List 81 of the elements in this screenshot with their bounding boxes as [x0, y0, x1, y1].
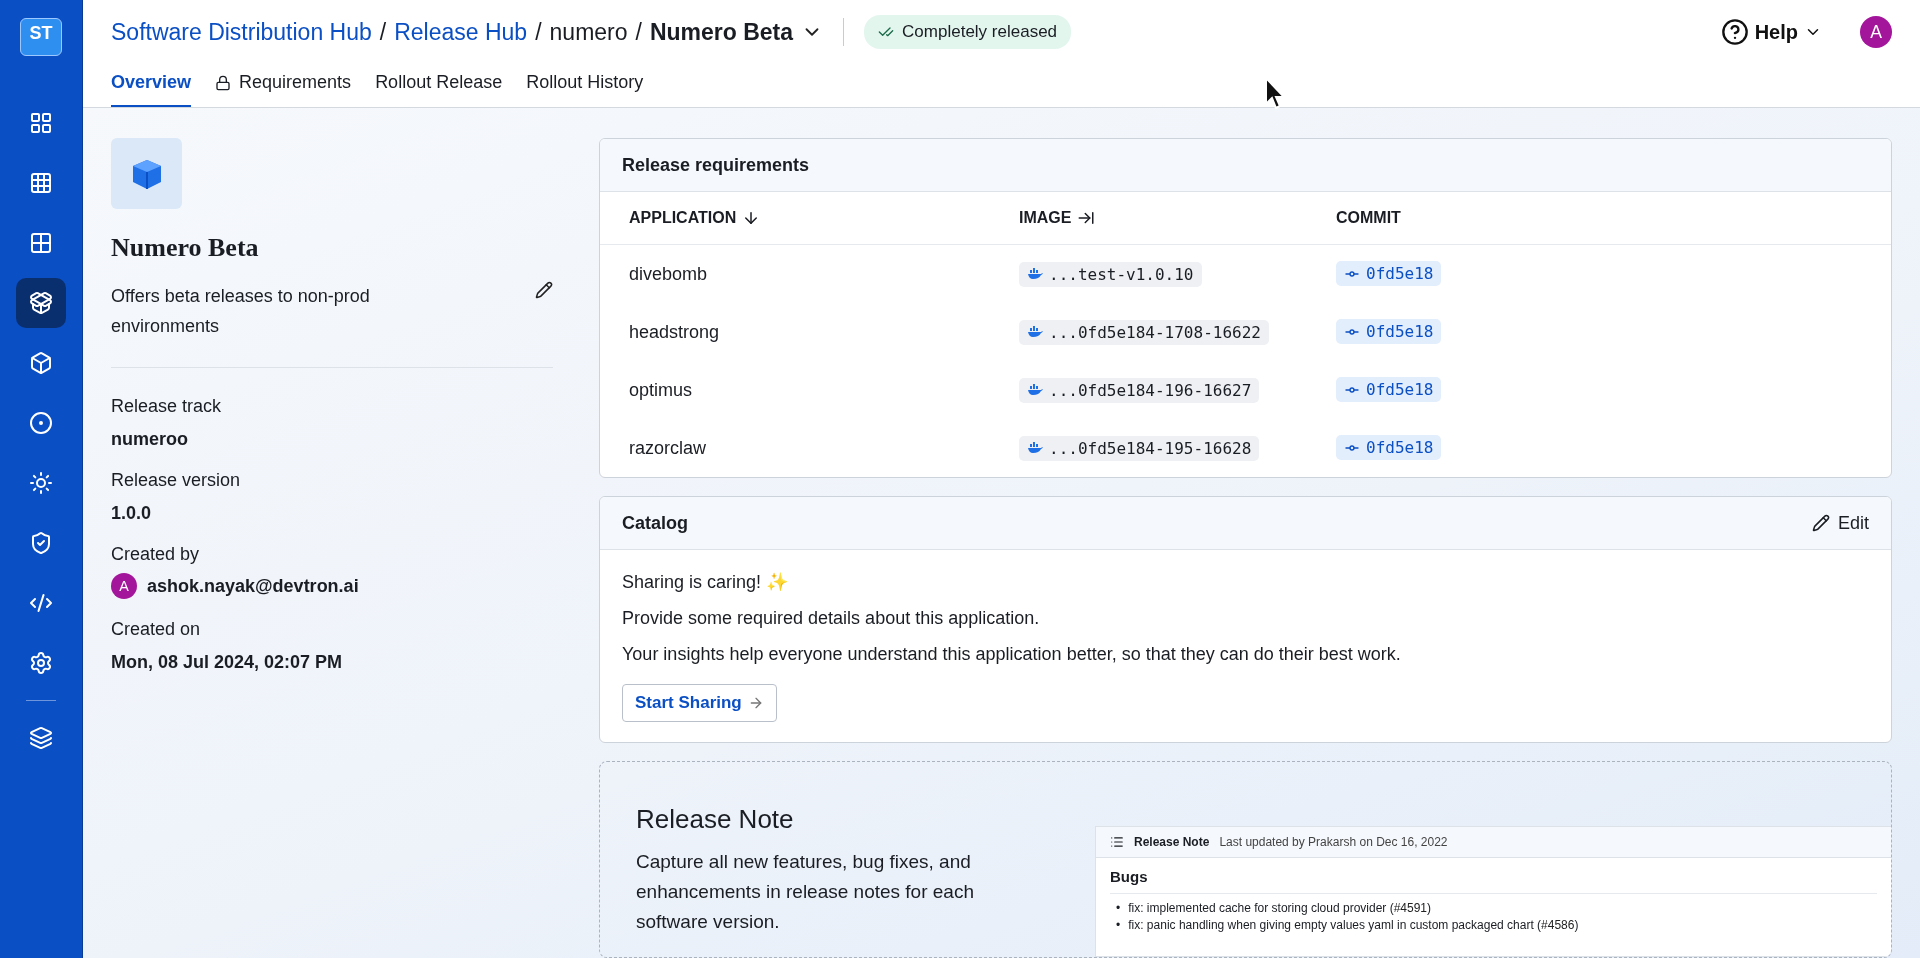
whale-icon: [1027, 384, 1043, 396]
column-header: COMMIT: [1336, 209, 1401, 227]
user-avatar: A: [111, 573, 137, 599]
settings-icon: [29, 651, 53, 675]
grid-icon: [29, 111, 53, 135]
column-header: IMAGE: [1019, 209, 1072, 227]
breadcrumb-link[interactable]: Numero Beta: [649, 18, 794, 46]
breadcrumb-separator: /: [379, 18, 387, 46]
catalog-text: Your insights help everyone understand this application better, so that they can do their best work.: [622, 643, 1401, 666]
edit-button[interactable]: Edit: [1811, 512, 1869, 534]
image-tag: ...0fd5e184-1708-16622: [1019, 319, 1269, 345]
field-value: 1.0.0: [111, 503, 153, 524]
column-header[interactable]: APPLICATION: [629, 209, 737, 227]
image-tag: ...0fd5e184-195-16628: [1019, 435, 1260, 461]
table-cell: headstrong: [629, 321, 720, 342]
field-value: ashok.nayak@devtron.ai: [147, 575, 359, 597]
table-cell: optimus: [629, 379, 693, 400]
release-title: Numero Beta: [111, 233, 260, 263]
breadcrumb-link[interactable]: Software Distribution Hub: [111, 18, 372, 46]
field-label: Release version: [111, 470, 242, 491]
whale-icon: [1027, 268, 1043, 280]
release-description: Offers beta releases to non-prod environments: [111, 285, 371, 338]
catalog-text: Provide some required details about this application.: [622, 607, 1040, 630]
nav-button[interactable]: [16, 278, 66, 328]
image-tag: ...0fd5e184-196-16627: [1019, 377, 1260, 403]
catalog-text: Sharing is caring! ✨: [622, 571, 789, 594]
user-avatar[interactable]: A: [1860, 16, 1892, 48]
table-cell: razorclaw: [629, 437, 707, 458]
sun-icon: [29, 471, 53, 495]
issue-link[interactable]: #4591: [1393, 901, 1428, 915]
edit-button[interactable]: [535, 281, 553, 299]
target-icon: [29, 411, 53, 435]
arrow-to-line-icon[interactable]: [1077, 209, 1096, 227]
section-heading: Bugs: [1110, 868, 1877, 894]
open-box-icon: [29, 291, 53, 315]
breadcrumb-separator: /: [635, 18, 642, 46]
breadcrumb-link[interactable]: Release Hub: [394, 18, 528, 46]
release-note-title: Release Note: [636, 804, 795, 835]
pencil-icon: [535, 281, 553, 299]
commit-tag[interactable]: 0fd5e18: [1336, 261, 1442, 287]
whale-icon: [1027, 326, 1043, 338]
card-title: Release requirements: [622, 154, 810, 176]
table-cell: divebomb: [629, 263, 708, 284]
shield-check-icon: [29, 531, 53, 555]
field-label: Created by: [111, 544, 201, 565]
tab[interactable]: Requirements: [215, 72, 352, 107]
image-tag: ...test-v1.0.10: [1019, 261, 1202, 287]
field-label: Release track: [111, 396, 223, 417]
status-text: Completely released: [902, 22, 1058, 42]
release-note-description: Capture all new features, bug fixes, and enhancements in release notes for each software version.: [636, 850, 975, 934]
start-sharing-button[interactable]: Start Sharing: [622, 684, 777, 722]
breadcrumb-separator: /: [535, 18, 542, 46]
preview-meta: Last updated by Prakarsh on Dec 16, 2022: [1219, 835, 1448, 849]
field-value: Mon, 08 Jul 2024, 02:07 PM: [111, 652, 344, 673]
squares-icon: [29, 231, 53, 255]
tab[interactable]: Overview: [111, 72, 192, 107]
table-icon: [29, 171, 53, 195]
lock-icon: [215, 74, 232, 91]
bullet-marker: •: [1116, 900, 1121, 917]
field-label: Created on: [111, 619, 202, 640]
whale-icon: [1027, 442, 1043, 454]
issue-link[interactable]: #4586: [1541, 918, 1575, 932]
preview-title: Release Note: [1134, 835, 1210, 849]
cube-icon: [29, 351, 53, 375]
layers-icon: [29, 726, 53, 750]
bullet-text: fix: implemented cache for storing cloud provider (#4591): [1128, 900, 1432, 917]
list-icon: [1110, 835, 1124, 849]
tab[interactable]: Rollout Release: [375, 72, 503, 107]
commit-tag[interactable]: 0fd5e18: [1336, 319, 1442, 345]
help-icon: [1720, 18, 1749, 46]
bullet-text: fix: panic handling when giving empty values yaml in custom packaged chart (#4586): [1128, 917, 1579, 934]
breadcrumb-link[interactable]: numero: [549, 18, 628, 46]
card-title: Catalog: [622, 512, 688, 534]
field-value: numeroo: [111, 429, 189, 450]
pencil-icon: [1811, 514, 1830, 532]
bullet-marker: •: [1116, 917, 1121, 934]
help-button[interactable]: Help: [1714, 17, 1828, 47]
commit-tag[interactable]: 0fd5e18: [1336, 435, 1442, 461]
code-icon: [29, 591, 53, 615]
commit-tag[interactable]: 0fd5e18: [1336, 377, 1442, 403]
tab[interactable]: Rollout History: [526, 72, 644, 107]
